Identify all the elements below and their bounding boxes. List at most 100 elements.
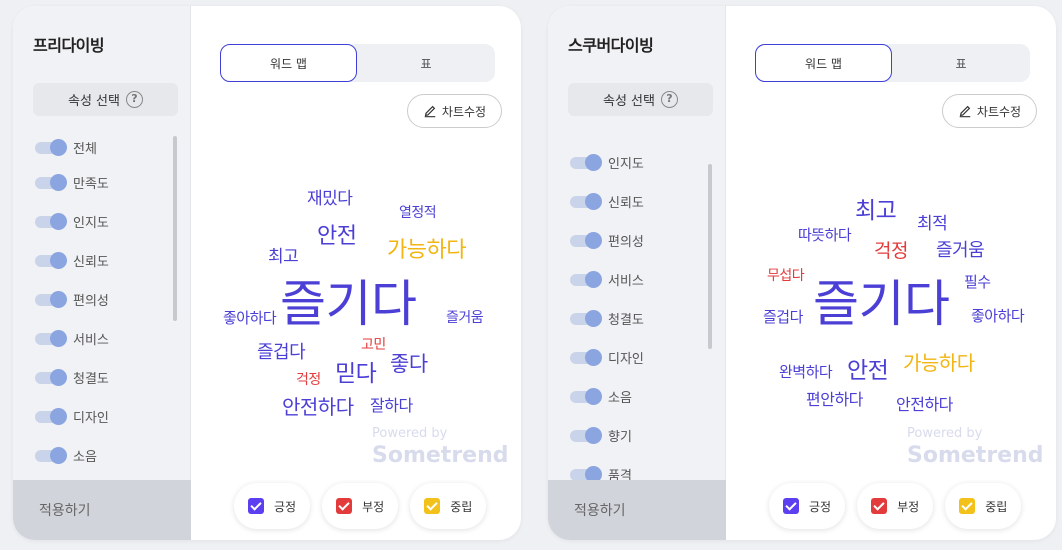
toggle-switch[interactable] [570,309,602,327]
attribute-select-button[interactable]: 속성 선택 ? [33,83,178,116]
attr-label: 소음 [73,450,97,465]
help-icon[interactable]: ? [660,91,678,108]
toggle-switch[interactable] [35,407,67,425]
attr-item[interactable]: 소음 [35,446,97,465]
toggle-switch[interactable] [570,348,602,366]
attr-item[interactable]: 청결도 [570,309,644,328]
toggle-switch[interactable] [35,446,67,464]
attr-item[interactable]: 향기 [570,426,632,445]
toggle-switch[interactable] [35,251,67,269]
attribute-sidebar: 프리다이빙 속성 선택 ? 전체 만족도 인지도 신뢰도 편의성 서비스 청결도… [13,6,191,540]
word[interactable]: 즐거움 [936,236,985,262]
legend-neutral[interactable]: 중립 [945,483,1022,529]
scrollbar[interactable] [708,164,712,349]
checkbox-icon[interactable] [424,498,441,514]
word[interactable]: 편안하다 [806,386,863,410]
word[interactable]: 믿다 [335,354,377,388]
word[interactable]: 재밌다 [307,184,353,209]
attr-item[interactable]: 편의성 [570,231,644,250]
attr-label: 서비스 [608,274,644,289]
attr-item[interactable]: 신뢰도 [570,192,644,211]
view-tabs: 워드 맵 표 [755,44,1030,82]
legend-positive[interactable]: 긍정 [234,483,311,529]
attr-label: 청결도 [73,372,109,387]
apply-button[interactable]: 적용하기 [13,480,191,540]
tab-wordmap[interactable]: 워드 맵 [220,44,357,82]
word[interactable]: 즐거움 [446,307,484,327]
help-icon[interactable]: ? [125,91,143,108]
word[interactable]: 가능하다 [903,347,975,376]
word[interactable]: 즐겁다 [257,338,306,364]
attr-item[interactable]: 서비스 [570,270,644,289]
attr-item[interactable]: 인지도 [35,212,109,231]
toggle-switch[interactable] [35,212,67,230]
attr-item[interactable]: 품격 [570,465,632,481]
checkbox-icon[interactable] [336,498,353,514]
word[interactable]: 안전하다 [282,391,354,420]
word[interactable]: 걱정 [296,369,321,389]
toggle-switch[interactable] [570,465,602,481]
word[interactable]: 따뜻하다 [798,224,852,245]
edit-chart-button[interactable]: 차트수정 [407,94,502,128]
legend-negative[interactable]: 부정 [322,483,399,529]
attr-item[interactable]: 인지도 [570,153,644,172]
checkbox-icon[interactable] [248,498,264,514]
word[interactable]: 안전 [847,351,889,385]
toggle-switch[interactable] [35,329,67,347]
toggle-switch[interactable] [570,192,602,210]
attr-item[interactable]: 편의성 [35,290,109,309]
attr-label: 인지도 [608,157,644,172]
checkbox-icon[interactable] [959,498,976,514]
toggle-switch[interactable] [570,270,602,288]
tab-table[interactable]: 표 [357,44,495,82]
word[interactable]: 완벽하다 [779,361,833,382]
word[interactable]: 좋다 [390,348,428,378]
checkbox-icon[interactable] [871,498,888,514]
attr-item[interactable]: 전체 [35,138,97,157]
attr-item[interactable]: 만족도 [35,173,109,192]
attr-label: 신뢰도 [73,255,109,270]
apply-button[interactable]: 적용하기 [548,480,726,540]
panel-scuba-diving: 스쿠버다이빙 속성 선택 ? 인지도 신뢰도 편의성 서비스 청결도 디자인 소… [548,6,1056,540]
scrollbar[interactable] [173,136,177,321]
attr-item[interactable]: 청결도 [35,368,109,387]
word[interactable]: 잘하다 [370,392,413,416]
attribute-select-button[interactable]: 속성 선택 ? [568,83,713,116]
checkbox-icon[interactable] [783,498,799,514]
tab-table[interactable]: 표 [892,44,1030,82]
toggle-switch[interactable] [35,368,67,386]
legend-negative[interactable]: 부정 [857,483,934,529]
attr-item[interactable]: 디자인 [35,407,109,426]
legend-neutral[interactable]: 중립 [410,483,487,529]
word[interactable]: 즐기다 [280,264,417,336]
word[interactable]: 고민 [361,334,386,354]
attr-item[interactable]: 소음 [570,387,632,406]
toggle-switch[interactable] [35,138,67,156]
word[interactable]: 좋아하다 [971,305,1025,326]
word[interactable]: 안전하다 [896,391,953,415]
toggle-switch[interactable] [35,173,67,191]
tab-wordmap[interactable]: 워드 맵 [755,44,892,82]
word[interactable]: 가능하다 [387,232,466,264]
word[interactable]: 열정적 [399,202,437,222]
toggle-switch[interactable] [570,387,602,405]
attr-item[interactable]: 신뢰도 [35,251,109,270]
attr-item[interactable]: 서비스 [35,329,109,348]
word[interactable]: 무섭다 [767,265,805,285]
attr-label: 청결도 [608,313,644,328]
toggle-switch[interactable] [570,426,602,444]
word[interactable]: 최고 [855,191,897,225]
edit-chart-button[interactable]: 차트수정 [942,94,1037,128]
word[interactable]: 즐겁다 [763,306,803,327]
word[interactable]: 최적 [917,209,948,234]
word[interactable]: 즐기다 [813,264,950,336]
word[interactable]: 좋아하다 [223,307,277,328]
toggle-switch[interactable] [570,231,602,249]
legend-positive[interactable]: 긍정 [769,483,846,529]
word[interactable]: 필수 [964,271,991,292]
attr-item[interactable]: 디자인 [570,348,644,367]
toggle-switch[interactable] [570,153,602,171]
word[interactable]: 걱정 [874,236,908,263]
toggle-switch[interactable] [35,290,67,308]
word[interactable]: 안전 [317,218,357,250]
